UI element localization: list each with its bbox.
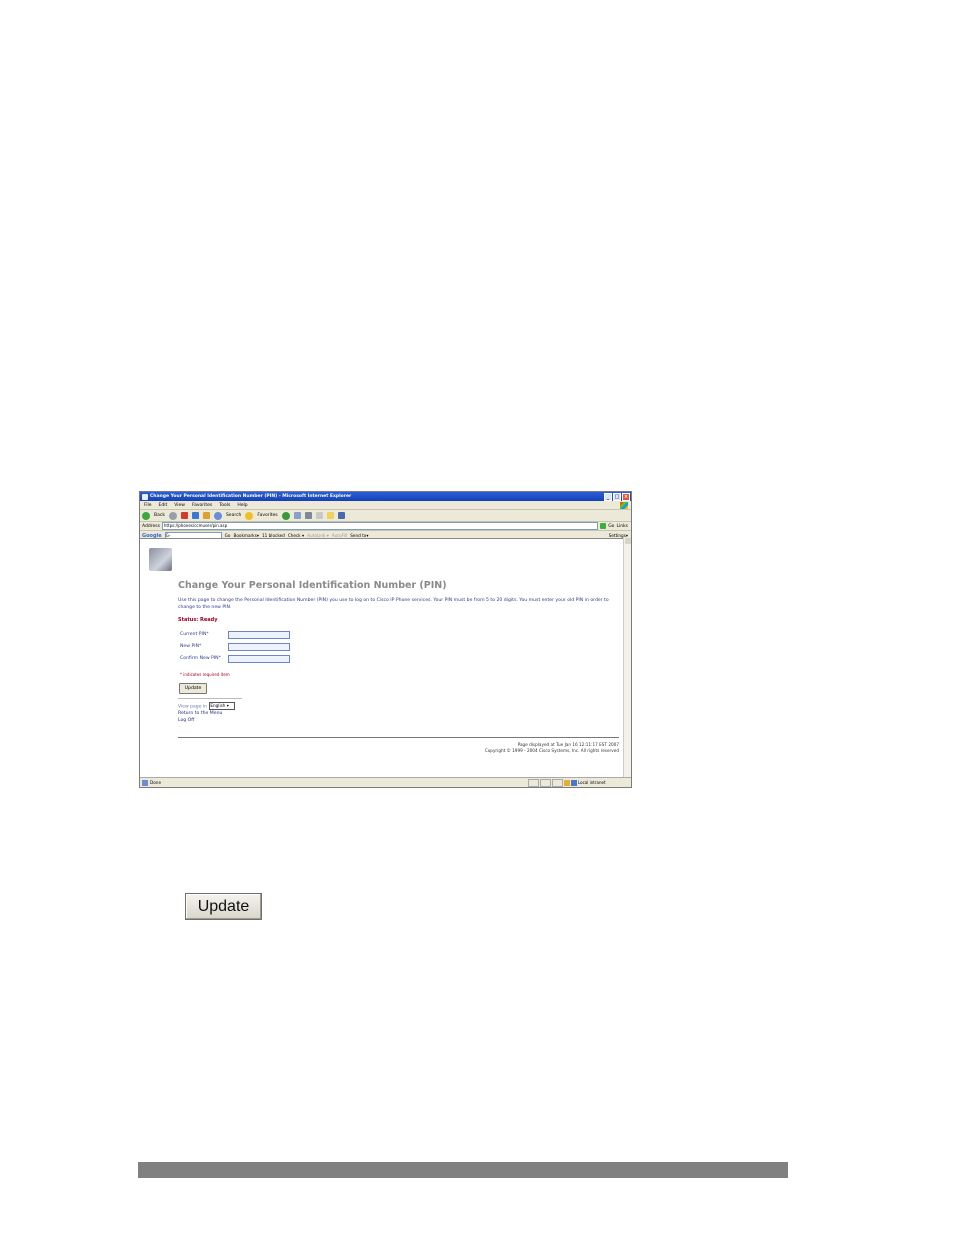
page-content: Change Your Personal Identification Numb… (140, 538, 625, 780)
status-text: Status: Ready (178, 617, 218, 623)
ie-icon (142, 493, 148, 500)
close-icon[interactable]: × (622, 493, 630, 501)
language-value: English (210, 703, 226, 708)
log-off-link[interactable]: Log Off (178, 718, 194, 723)
menu-edit[interactable]: Edit (159, 503, 168, 508)
forward-icon[interactable] (168, 511, 177, 520)
menu-view[interactable]: View (174, 503, 185, 508)
confirm-pin-row: Confirm New PIN* (180, 655, 290, 663)
mail-icon[interactable] (293, 512, 301, 519)
language-row: View page in English ▾ (178, 702, 236, 710)
links-label[interactable]: Links (616, 524, 628, 529)
window-titlebar: Change Your Personal Identification Numb… (140, 492, 631, 501)
new-pin-row: New PIN* (180, 643, 290, 651)
address-label: Address (142, 523, 160, 529)
required-note: * indicates required item (180, 672, 230, 677)
print-icon[interactable] (304, 512, 312, 519)
search-label[interactable]: Search (226, 513, 241, 518)
security-zone: Local intranet (578, 779, 606, 785)
page-intro: Use this page to change the Personal Ide… (178, 598, 609, 610)
new-pin-label: New PIN* (180, 644, 202, 649)
status-cell (552, 778, 563, 787)
window-controls: _ □ × (604, 493, 630, 501)
maximize-icon[interactable]: □ (613, 493, 621, 501)
zone-icon (571, 779, 577, 786)
language-select[interactable]: English ▾ (209, 702, 236, 710)
menu-help[interactable]: Help (237, 503, 247, 508)
divider (178, 698, 242, 699)
go-arrow-icon[interactable] (600, 523, 607, 529)
status-done: Done (150, 780, 162, 785)
menu-tools[interactable]: Tools (219, 503, 230, 508)
minimize-icon[interactable]: _ (604, 493, 612, 501)
confirm-pin-label: Confirm New PIN* (180, 656, 221, 661)
confirm-pin-input[interactable] (228, 655, 290, 663)
status-cell (540, 778, 551, 787)
update-button[interactable]: Update (179, 683, 207, 694)
window-title: Change Your Personal Identification Numb… (150, 494, 352, 499)
folder-icon[interactable] (326, 512, 334, 519)
page-footer: Page displayed at Tue Jan 16 12:11:17 ES… (485, 742, 619, 753)
page-footer-bar (138, 1162, 788, 1178)
phone-logo-icon (149, 548, 172, 571)
home-icon[interactable] (202, 512, 210, 519)
status-cells: Local intranet (528, 778, 631, 787)
status-cell (528, 778, 539, 787)
vertical-scrollbar[interactable] (623, 538, 631, 779)
footer-divider (178, 737, 619, 738)
search-icon[interactable] (213, 511, 222, 520)
history-icon[interactable] (281, 511, 290, 520)
copyright: Copyright © 1999 - 2004 Cisco Systems, I… (484, 747, 619, 753)
windows-logo-icon (620, 501, 628, 509)
refresh-icon[interactable] (191, 512, 199, 519)
page-title: Change Your Personal Identification Numb… (178, 580, 447, 591)
lock-icon (564, 779, 570, 786)
page-done-icon (142, 779, 148, 786)
favorites-star-icon[interactable] (245, 511, 254, 520)
current-pin-row: Current PIN* (180, 631, 290, 639)
scroll-up-icon[interactable] (624, 538, 631, 544)
current-pin-input[interactable] (228, 631, 290, 639)
address-input[interactable]: https://phones/ccmuser/pin.asp (161, 522, 599, 530)
update-button-large[interactable]: Update (185, 893, 262, 920)
back-icon[interactable] (142, 511, 150, 520)
edit-icon[interactable] (315, 512, 323, 519)
menu-favorites[interactable]: Favorites (192, 503, 212, 508)
return-to-menu-link[interactable]: Return to the Menu (178, 711, 222, 716)
menu-file[interactable]: File (144, 503, 152, 508)
address-bar: Address https://phones/ccmuser/pin.asp G… (140, 522, 631, 531)
favorites-label[interactable]: Favorites (257, 513, 277, 518)
go-label[interactable]: Go (608, 524, 614, 529)
status-bar: Done Local intranet (140, 777, 631, 787)
menu-bar: File Edit View Favorites Tools Help (140, 501, 631, 510)
back-label[interactable]: Back (154, 513, 165, 518)
view-page-in-label: View page in (178, 704, 207, 710)
messenger-icon[interactable] (337, 512, 345, 519)
stop-icon[interactable] (180, 512, 188, 519)
new-pin-input[interactable] (228, 643, 290, 651)
current-pin-label: Current PIN* (180, 632, 209, 637)
browser-screenshot: Change Your Personal Identification Numb… (139, 491, 632, 788)
browser-toolbar: Back Search Favorites (140, 510, 631, 522)
